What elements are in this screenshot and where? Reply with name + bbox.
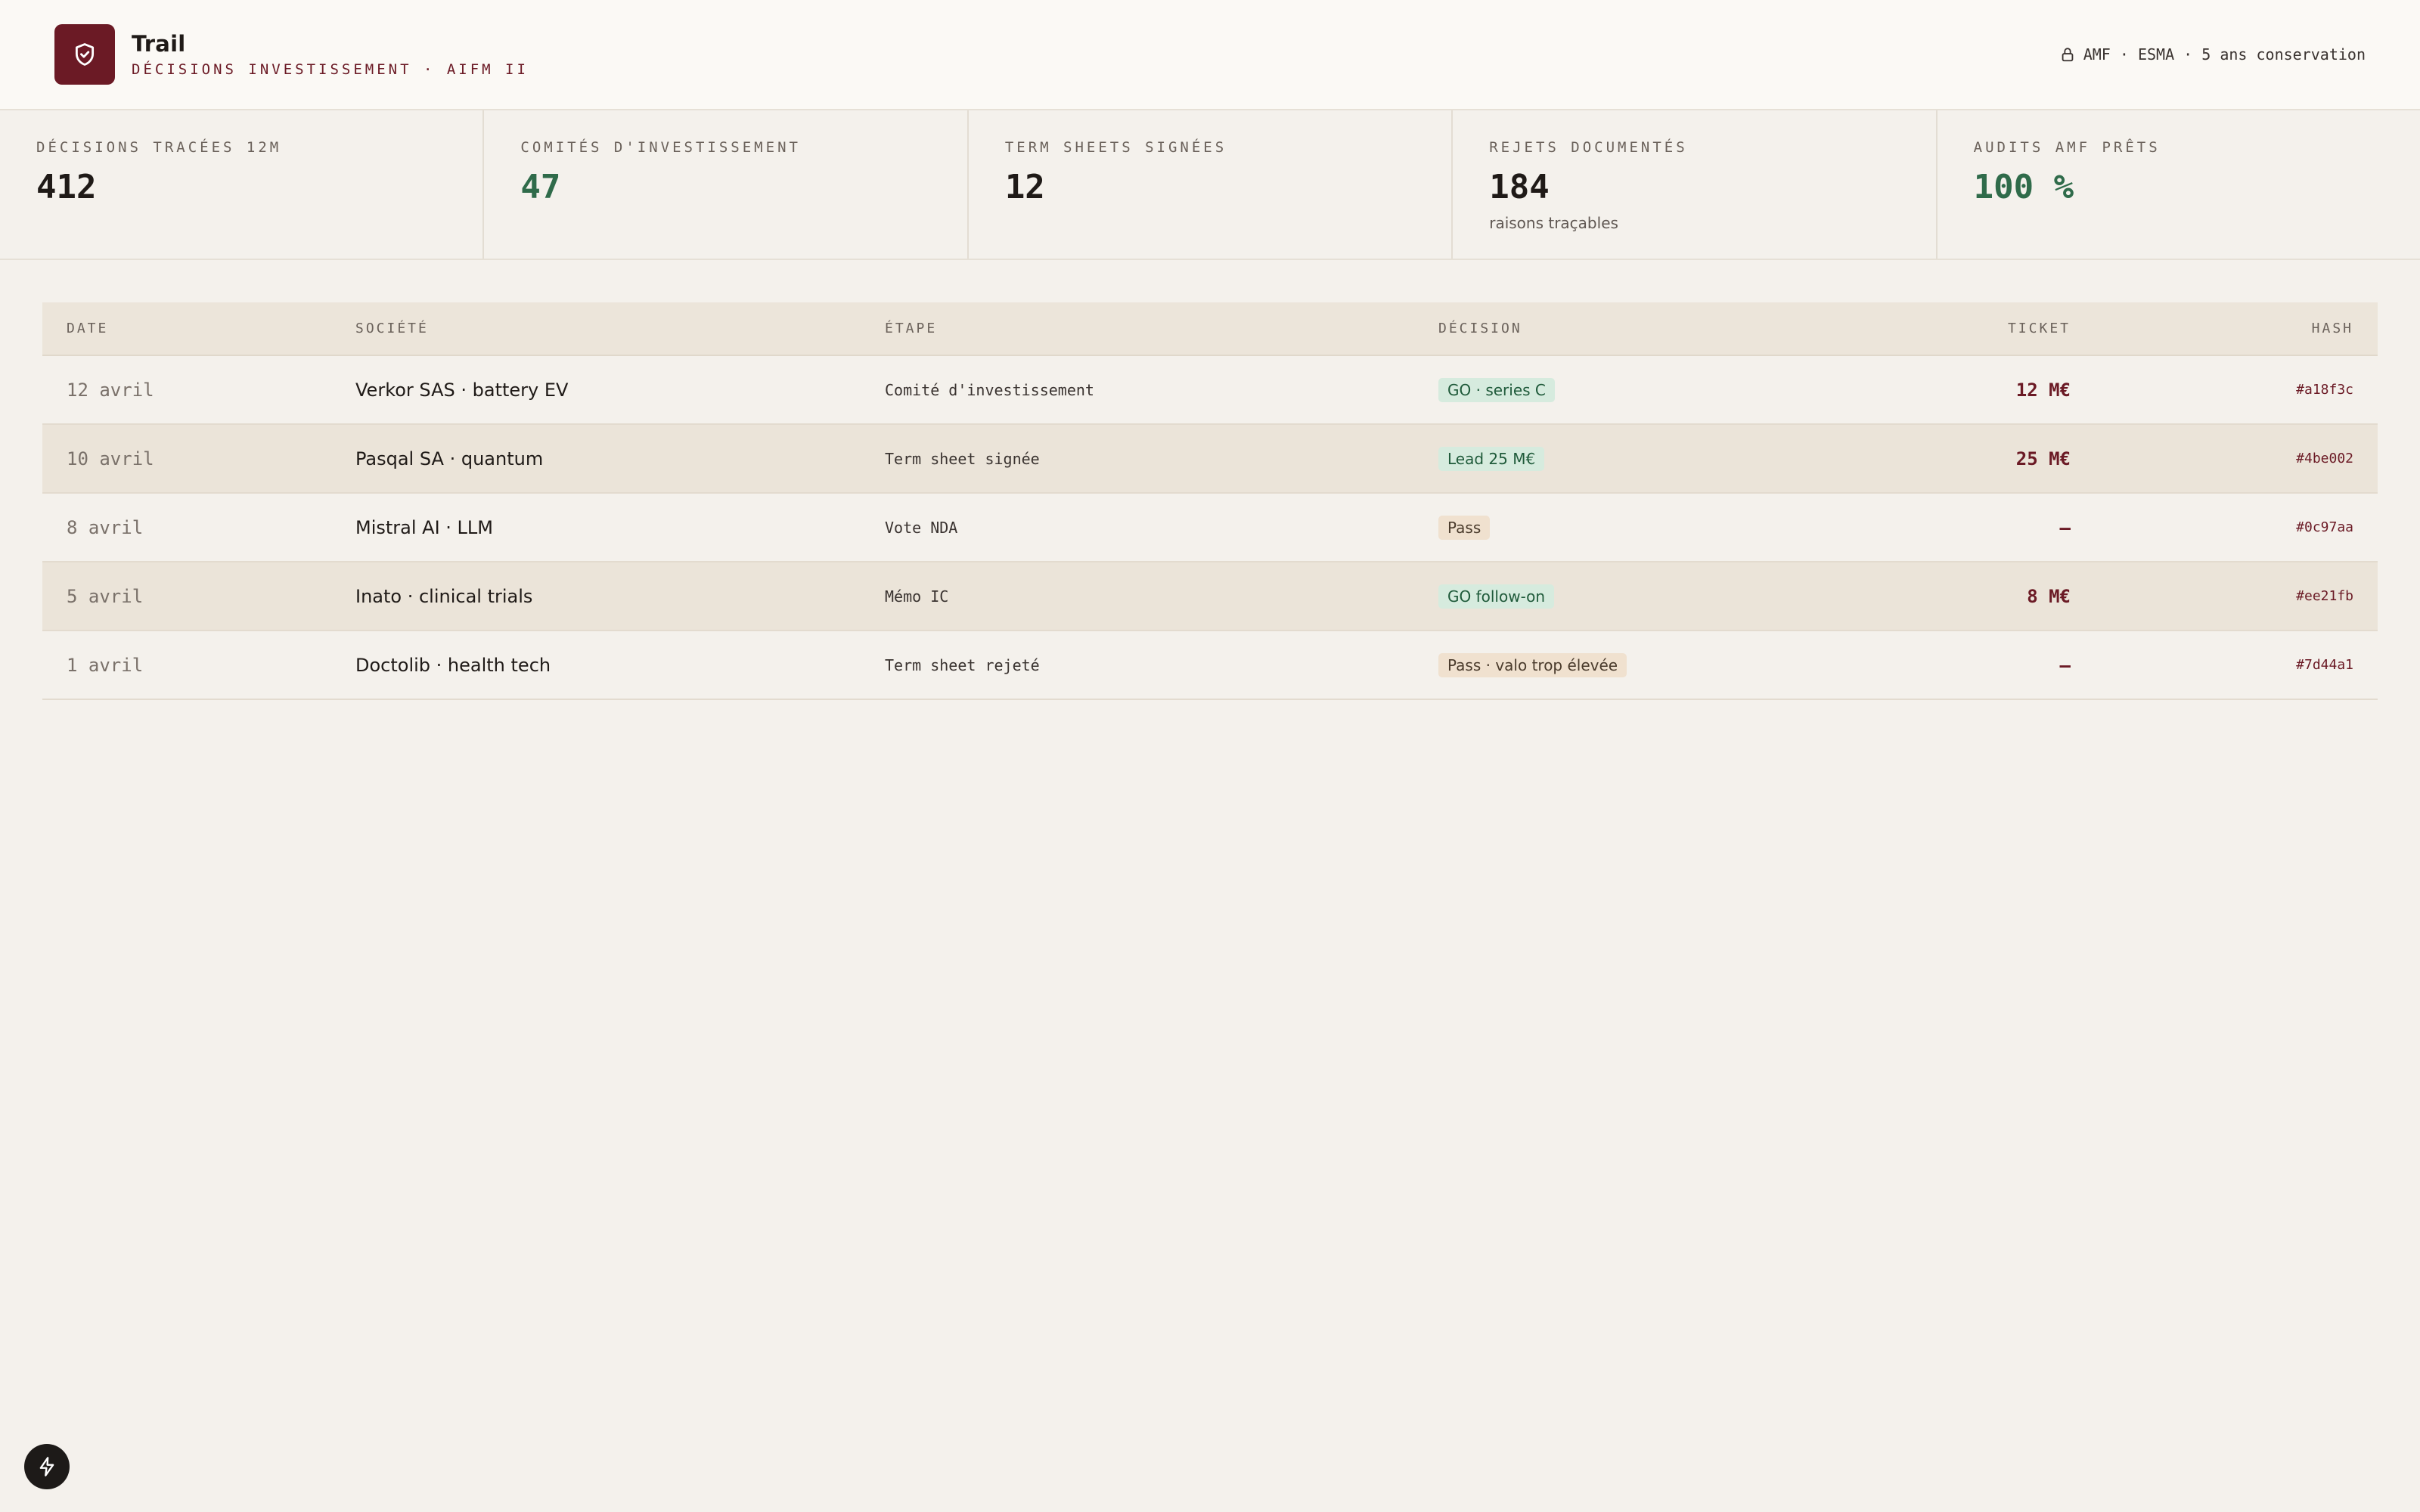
kpi-value: 184 bbox=[1489, 168, 1550, 206]
cell-hash[interactable]: #7d44a1 bbox=[2095, 631, 2378, 699]
cell-company: Inato · clinical trials bbox=[355, 585, 533, 607]
table-row[interactable]: 12 avril Verkor SAS · battery EV Comité … bbox=[42, 355, 2378, 424]
kpi-value: 47 bbox=[520, 168, 561, 206]
kpi-strip: DÉCISIONS TRACÉES 12M 412 COMITÉS D'INVE… bbox=[0, 110, 2420, 260]
cell-stage: Term sheet signée bbox=[885, 449, 1040, 468]
kpi-label: AUDITS AMF PRÊTS bbox=[1973, 139, 2161, 156]
decisions-table: DATE SOCIÉTÉ ÉTAPE DÉCISION TICKET HASH … bbox=[42, 302, 2378, 700]
column-header-decision[interactable]: DÉCISION bbox=[1414, 302, 1944, 356]
cell-date: 5 avril bbox=[67, 585, 144, 607]
decisions-table-wrapper: DATE SOCIÉTÉ ÉTAPE DÉCISION TICKET HASH … bbox=[0, 260, 2420, 700]
cell-hash[interactable]: #ee21fb bbox=[2095, 562, 2378, 631]
cell-ticket: 8 M€ bbox=[2027, 585, 2071, 607]
decision-badge: Pass · valo trop élevée bbox=[1438, 652, 1627, 677]
column-header-hash[interactable]: HASH bbox=[2095, 302, 2378, 356]
cell-hash[interactable]: #0c97aa bbox=[2095, 493, 2378, 562]
cell-hash[interactable]: #4be002 bbox=[2095, 424, 2378, 493]
cell-company: Pasqal SA · quantum bbox=[355, 448, 544, 469]
app-subtitle: DÉCISIONS INVESTISSEMENT · AIFM II bbox=[132, 61, 529, 78]
cell-date: 1 avril bbox=[67, 654, 144, 676]
cell-decision: Lead 25 M€ bbox=[1414, 424, 1944, 493]
cell-decision: Pass · valo trop élevée bbox=[1414, 631, 1944, 699]
cell-stage: Term sheet rejeté bbox=[885, 655, 1040, 674]
shield-check-icon bbox=[75, 43, 95, 66]
app-title: Trail bbox=[132, 31, 186, 57]
kpi-decisions: DÉCISIONS TRACÉES 12M 412 bbox=[0, 110, 485, 259]
bolt-icon bbox=[39, 1457, 54, 1476]
quick-action-button[interactable] bbox=[24, 1444, 70, 1489]
table-row[interactable]: 10 avril Pasqal SA · quantum Term sheet … bbox=[42, 424, 2378, 493]
brand: Trail DÉCISIONS INVESTISSEMENT · AIFM II bbox=[54, 24, 529, 85]
decision-badge: Pass bbox=[1438, 515, 1491, 540]
kpi-label: TERM SHEETS SIGNÉES bbox=[1004, 139, 1227, 156]
kpi-label: REJETS DOCUMENTÉS bbox=[1489, 139, 1688, 156]
lock-icon bbox=[2062, 48, 2074, 62]
kpi-value: 100 % bbox=[1973, 168, 2074, 206]
table-header-row: DATE SOCIÉTÉ ÉTAPE DÉCISION TICKET HASH bbox=[42, 302, 2378, 356]
cell-company: Doctolib · health tech bbox=[355, 654, 551, 676]
kpi-value: 412 bbox=[36, 168, 97, 206]
cell-ticket: — bbox=[2059, 516, 2071, 538]
cell-stage: Comité d'investissement bbox=[885, 380, 1094, 399]
column-header-ticket[interactable]: TICKET bbox=[1944, 302, 2095, 356]
cell-date: 8 avril bbox=[67, 516, 144, 538]
kpi-committees: COMITÉS D'INVESTISSEMENT 47 bbox=[484, 110, 969, 259]
app-header: Trail DÉCISIONS INVESTISSEMENT · AIFM II… bbox=[0, 0, 2420, 110]
cell-company: Verkor SAS · battery EV bbox=[355, 379, 569, 401]
table-row[interactable]: 5 avril Inato · clinical trials Mémo IC … bbox=[42, 562, 2378, 631]
column-header-stage[interactable]: ÉTAPE bbox=[861, 302, 1414, 356]
kpi-label: COMITÉS D'INVESTISSEMENT bbox=[520, 139, 801, 156]
decision-badge: GO · series C bbox=[1438, 377, 1555, 402]
cell-date: 10 avril bbox=[67, 448, 154, 469]
app-logo[interactable] bbox=[54, 24, 115, 85]
cell-stage: Vote NDA bbox=[885, 518, 958, 537]
cell-date: 12 avril bbox=[67, 379, 154, 401]
cell-ticket: 12 M€ bbox=[2015, 379, 2071, 401]
cell-decision: GO · series C bbox=[1414, 355, 1944, 424]
column-header-company[interactable]: SOCIÉTÉ bbox=[331, 302, 861, 356]
decision-badge: Lead 25 M€ bbox=[1438, 446, 1545, 471]
cell-ticket: — bbox=[2059, 654, 2071, 676]
cell-ticket: 25 M€ bbox=[2015, 448, 2071, 469]
kpi-term-sheets: TERM SHEETS SIGNÉES 12 bbox=[969, 110, 1454, 259]
kpi-value: 12 bbox=[1004, 168, 1045, 206]
cell-decision: Pass bbox=[1414, 493, 1944, 562]
cell-company: Mistral AI · LLM bbox=[355, 516, 493, 538]
brand-text: Trail DÉCISIONS INVESTISSEMENT · AIFM II bbox=[132, 31, 529, 78]
cell-decision: GO follow-on bbox=[1414, 562, 1944, 631]
compliance-text: AMF · ESMA · 5 ans conservation bbox=[2083, 45, 2366, 64]
cell-hash[interactable]: #a18f3c bbox=[2095, 355, 2378, 424]
kpi-audits: AUDITS AMF PRÊTS 100 % bbox=[1938, 110, 2420, 259]
table-row[interactable]: 1 avril Doctolib · health tech Term shee… bbox=[42, 631, 2378, 699]
cell-stage: Mémo IC bbox=[885, 587, 949, 606]
decision-badge: GO follow-on bbox=[1438, 584, 1555, 609]
kpi-note: raisons traçables bbox=[1489, 214, 1618, 232]
kpi-label: DÉCISIONS TRACÉES 12M bbox=[36, 139, 282, 156]
kpi-rejections: REJETS DOCUMENTÉS 184 raisons traçables bbox=[1453, 110, 1938, 259]
compliance-info: AMF · ESMA · 5 ans conservation bbox=[2059, 45, 2366, 64]
table-row[interactable]: 8 avril Mistral AI · LLM Vote NDA Pass —… bbox=[42, 493, 2378, 562]
column-header-date[interactable]: DATE bbox=[42, 302, 331, 356]
